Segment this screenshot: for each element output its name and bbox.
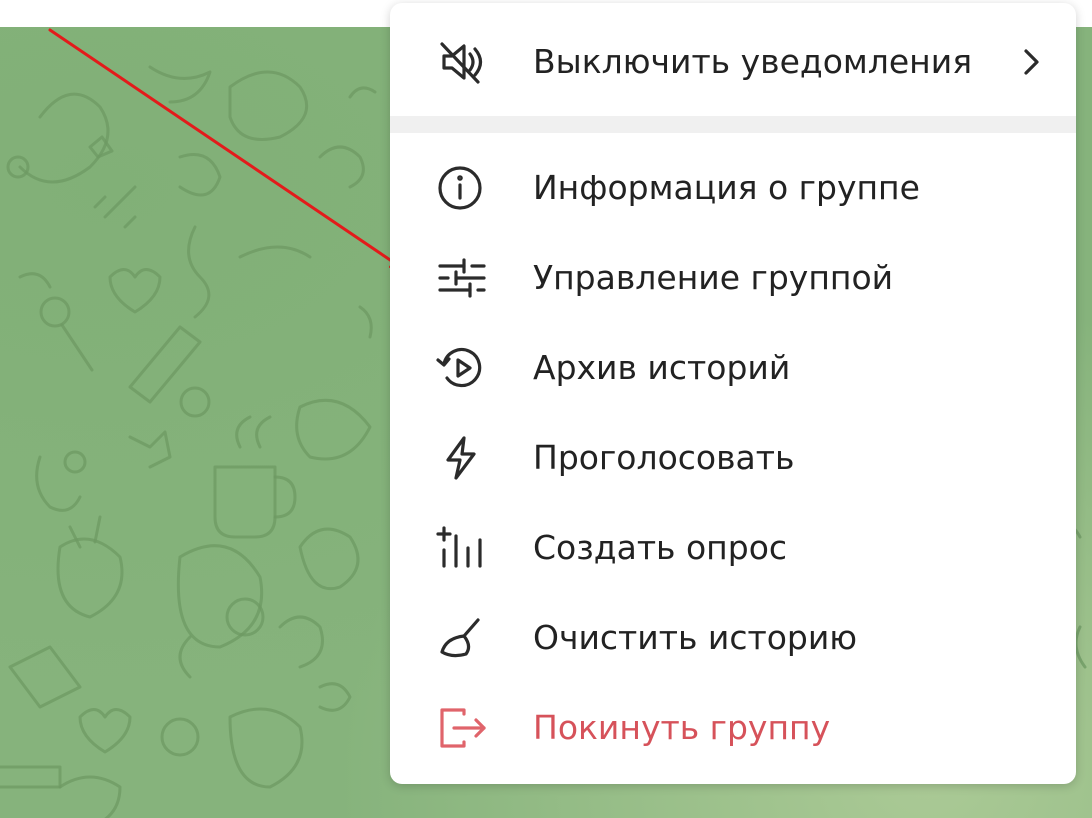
mute-notifications-item[interactable]: Выключить уведомления xyxy=(390,18,1076,106)
mute-speaker-icon xyxy=(434,38,490,86)
info-icon xyxy=(434,164,490,212)
leave-group-item[interactable]: Покинуть группу xyxy=(390,684,1076,772)
group-info-item[interactable]: Информация о группе xyxy=(390,144,1076,232)
stories-archive-item[interactable]: Архив историй xyxy=(390,324,1076,412)
mute-notifications-label: Выключить уведомления xyxy=(533,42,973,81)
chat-context-menu: Выключить уведомления Информация о групп… xyxy=(390,3,1076,784)
stories-archive-label: Архив историй xyxy=(533,348,791,387)
create-poll-label: Создать опрос xyxy=(533,528,788,567)
stories-archive-icon xyxy=(434,344,490,392)
create-poll-item[interactable]: Создать опрос xyxy=(390,504,1076,592)
group-info-label: Информация о группе xyxy=(533,168,920,207)
sliders-icon xyxy=(434,254,490,302)
menu-separator xyxy=(390,116,1076,133)
lightning-icon xyxy=(434,434,490,482)
poll-icon xyxy=(434,524,490,572)
manage-group-label: Управление группой xyxy=(533,258,894,297)
broom-icon xyxy=(434,614,490,662)
leave-icon xyxy=(434,704,490,752)
manage-group-item[interactable]: Управление группой xyxy=(390,234,1076,322)
vote-item[interactable]: Проголосовать xyxy=(390,414,1076,502)
vote-label: Проголосовать xyxy=(533,438,795,477)
clear-history-label: Очистить историю xyxy=(533,618,858,657)
leave-group-label: Покинуть группу xyxy=(533,708,831,747)
chevron-right-icon xyxy=(1020,46,1042,78)
clear-history-item[interactable]: Очистить историю xyxy=(390,594,1076,682)
